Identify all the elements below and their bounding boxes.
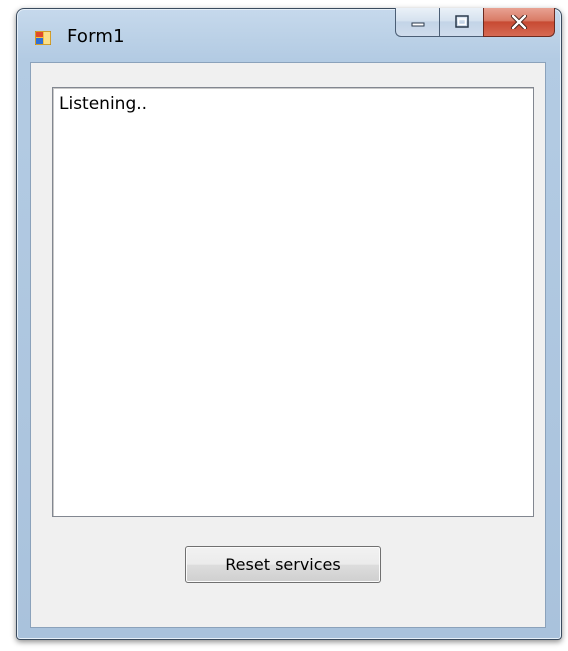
minimize-button[interactable] [395, 8, 439, 37]
maximize-icon [454, 15, 469, 28]
close-button[interactable] [483, 8, 555, 37]
log-text: Listening.. [59, 94, 148, 114]
caption-buttons [395, 8, 555, 38]
reset-services-button[interactable]: Reset services [185, 546, 381, 583]
minimize-icon [411, 22, 424, 27]
title-bar[interactable]: Form1 [17, 8, 561, 61]
client-area: Listening.. Reset services [30, 62, 546, 628]
window-title: Form1 [67, 26, 125, 47]
log-textbox[interactable]: Listening.. [52, 87, 534, 517]
form1-window: Form1 Listening.. Reset services [16, 8, 562, 640]
app-icon [35, 31, 51, 45]
maximize-button[interactable] [439, 8, 483, 37]
close-icon [510, 15, 528, 29]
